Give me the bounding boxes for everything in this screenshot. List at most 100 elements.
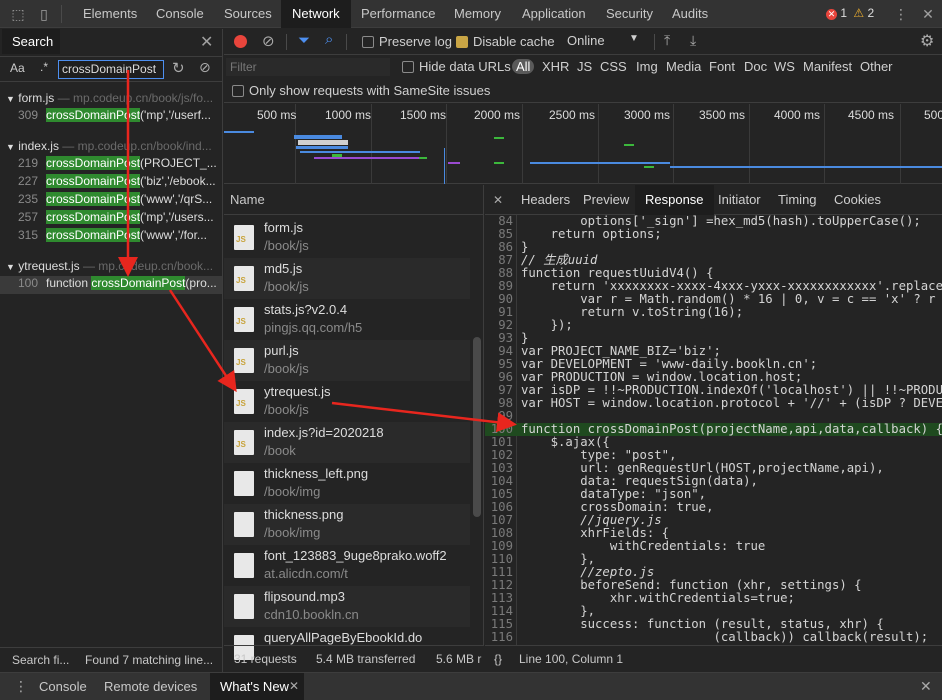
filter-icon[interactable]: ⏷ bbox=[298, 32, 310, 49]
drawer-tab-remote-devices[interactable]: Remote devices bbox=[94, 673, 207, 700]
search-input[interactable]: crossDomainPost bbox=[58, 60, 164, 79]
refresh-icon[interactable]: ↻ bbox=[172, 59, 185, 77]
tab-initiator[interactable]: Initiator bbox=[708, 185, 771, 215]
drawer-tab-console[interactable]: Console bbox=[29, 673, 97, 700]
filter-type-font[interactable]: Font bbox=[709, 59, 735, 74]
network-overview-timeline[interactable]: 500 ms 1000 ms 1500 ms 2000 ms 2500 ms 3… bbox=[224, 104, 942, 184]
preserve-log-checkbox[interactable]: Preserve log bbox=[362, 34, 452, 49]
close-detail-icon[interactable]: ✕ bbox=[493, 193, 503, 207]
tick-label: 2000 ms bbox=[474, 108, 521, 122]
import-har-icon[interactable]: ⤒ bbox=[664, 32, 670, 49]
request-row[interactable]: purl.js/book/js bbox=[224, 340, 470, 381]
close-drawer-icon[interactable]: ✕ bbox=[920, 678, 932, 695]
tab-performance[interactable]: Performance bbox=[350, 0, 446, 28]
search-result-file[interactable]: ▼ index.js — mp.codeup.cn/book/ind... bbox=[6, 139, 222, 153]
tab-memory[interactable]: Memory bbox=[443, 0, 512, 28]
inspect-element-icon[interactable]: ⬚ bbox=[10, 6, 26, 22]
search-match[interactable]: 309 crossDomainPost('mp','/userf... bbox=[0, 108, 222, 126]
tab-elements[interactable]: Elements bbox=[72, 0, 148, 28]
clear-icon[interactable]: ⊘ bbox=[199, 59, 211, 76]
search-match[interactable]: 315 crossDomainPost('www','/for... bbox=[0, 228, 222, 246]
request-row[interactable]: thickness_left.png/book/img bbox=[224, 463, 470, 504]
filter-type-css[interactable]: CSS bbox=[600, 59, 627, 74]
tab-network[interactable]: Network bbox=[281, 0, 351, 28]
drawer-tab-whats-new[interactable]: What's New ✕ bbox=[210, 673, 304, 700]
close-search-icon[interactable]: ✕ bbox=[200, 32, 213, 52]
match-case-button[interactable]: Aa bbox=[10, 61, 25, 75]
match-prefix: function bbox=[46, 276, 92, 290]
name-column-header[interactable]: Name bbox=[224, 185, 484, 215]
request-list: Name form.js/book/jsmd5.js/book/jsstats.… bbox=[224, 185, 484, 660]
tab-security[interactable]: Security bbox=[595, 0, 664, 28]
search-status: Search fi... Found 7 matching line... bbox=[0, 647, 222, 672]
request-row[interactable]: index.js?id=2020218/book bbox=[224, 422, 470, 463]
search-match[interactable]: 219 crossDomainPost(PROJECT_... bbox=[0, 156, 222, 174]
filter-type-xhr[interactable]: XHR bbox=[542, 59, 569, 74]
chevron-down-icon: ▼ bbox=[6, 94, 15, 104]
samesite-checkbox[interactable]: Only show requests with SameSite issues bbox=[232, 83, 490, 98]
filter-input[interactable]: Filter bbox=[226, 58, 390, 76]
request-path: at.alicdn.com/t bbox=[264, 566, 348, 581]
issues-counter[interactable]: ✕ 1 ⚠ 2 bbox=[826, 6, 874, 20]
code-line-number: 116 bbox=[490, 630, 513, 644]
filter-type-img[interactable]: Img bbox=[636, 59, 658, 74]
scroll-thumb[interactable] bbox=[473, 337, 481, 517]
tab-headers[interactable]: Headers bbox=[511, 185, 580, 215]
pretty-print-button[interactable]: {} bbox=[494, 646, 502, 672]
match-text: ('biz','/ebook... bbox=[140, 174, 216, 188]
request-list-scrollbar[interactable] bbox=[472, 217, 482, 645]
clear-log-icon[interactable]: ⊘ bbox=[262, 32, 275, 50]
request-row[interactable]: thickness.png/book/img bbox=[224, 504, 470, 545]
filter-type-all[interactable]: All bbox=[512, 59, 535, 74]
tab-response[interactable]: Response bbox=[635, 185, 714, 215]
close-devtools-icon[interactable]: ✕ bbox=[920, 6, 936, 22]
request-name: thickness.png bbox=[264, 507, 344, 522]
request-row[interactable]: form.js/book/js bbox=[224, 217, 470, 258]
search-match[interactable]: 227 crossDomainPost('biz','/ebook... bbox=[0, 174, 222, 192]
tab-audits[interactable]: Audits bbox=[661, 0, 719, 28]
regex-button[interactable]: .* bbox=[40, 60, 48, 74]
request-name: purl.js bbox=[264, 343, 299, 358]
request-row[interactable]: flipsound.mp3 cdn10.bookln.cn bbox=[224, 586, 470, 627]
js-file-icon bbox=[234, 430, 254, 455]
throttling-select[interactable]: Online ▼ bbox=[567, 33, 647, 48]
filter-type-media[interactable]: Media bbox=[666, 59, 701, 74]
more-options-icon[interactable]: ⋮ bbox=[893, 6, 909, 22]
settings-gear-icon[interactable]: ⚙ bbox=[920, 31, 934, 51]
search-match[interactable]: 235 crossDomainPost('www','/qrS... bbox=[0, 192, 222, 210]
filter-type-other[interactable]: Other bbox=[860, 59, 893, 74]
drawer-tab-bar: ⋮ Console Remote devices What's New ✕ ✕ bbox=[0, 672, 942, 700]
disable-cache-checkbox[interactable]: Disable cache bbox=[456, 34, 555, 49]
filter-type-js[interactable]: JS bbox=[577, 59, 592, 74]
filter-type-manifest[interactable]: Manifest bbox=[803, 59, 852, 74]
search-result-file[interactable]: ▼ form.js — mp.codeup.cn/book/js/fo... bbox=[6, 91, 222, 105]
search-result-file[interactable]: ▼ ytrequest.js — mp.codeup.cn/book... bbox=[6, 259, 222, 273]
search-match[interactable]: 257 crossDomainPost('mp','/users... bbox=[0, 210, 222, 228]
tab-sources[interactable]: Sources bbox=[213, 0, 283, 28]
tab-preview[interactable]: Preview bbox=[573, 185, 639, 215]
filter-type-ws[interactable]: WS bbox=[774, 59, 795, 74]
tab-cookies[interactable]: Cookies bbox=[824, 185, 891, 215]
tab-console[interactable]: Console bbox=[145, 0, 215, 28]
search-match-selected[interactable]: 100 function crossDomainPost(pro... bbox=[0, 276, 222, 294]
tab-application[interactable]: Application bbox=[511, 0, 597, 28]
request-row[interactable]: md5.js/book/js bbox=[224, 258, 470, 299]
export-har-icon[interactable]: ⤓ bbox=[690, 32, 696, 49]
grid-line bbox=[673, 104, 674, 184]
close-tab-icon[interactable]: ✕ bbox=[289, 673, 299, 700]
search-tab[interactable]: Search bbox=[2, 29, 60, 54]
search-icon[interactable]: ⌕ bbox=[325, 31, 333, 48]
hide-data-urls-checkbox[interactable]: Hide data URLs bbox=[402, 59, 511, 74]
tab-timing[interactable]: Timing bbox=[768, 185, 827, 215]
request-row[interactable]: ytrequest.js/book/js bbox=[224, 381, 470, 422]
request-name: md5.js bbox=[264, 261, 303, 276]
response-code-viewer[interactable]: 84 options['_sign'] =hex_md5(hash).toUpp… bbox=[485, 215, 942, 645]
match-highlight: crossDomainPost bbox=[46, 210, 141, 224]
request-row[interactable]: font_123883_9uge8prako.woff2 at.alicdn.co… bbox=[224, 545, 470, 586]
error-count: 1 bbox=[840, 6, 848, 20]
record-icon[interactable] bbox=[234, 35, 247, 48]
device-toolbar-icon[interactable]: ▯ bbox=[36, 6, 52, 22]
drawer-menu-icon[interactable]: ⋮ bbox=[14, 678, 28, 695]
filter-type-doc[interactable]: Doc bbox=[744, 59, 767, 74]
request-row[interactable]: stats.js?v2.0.4 pingjs.qq.com/h5 bbox=[224, 299, 470, 340]
